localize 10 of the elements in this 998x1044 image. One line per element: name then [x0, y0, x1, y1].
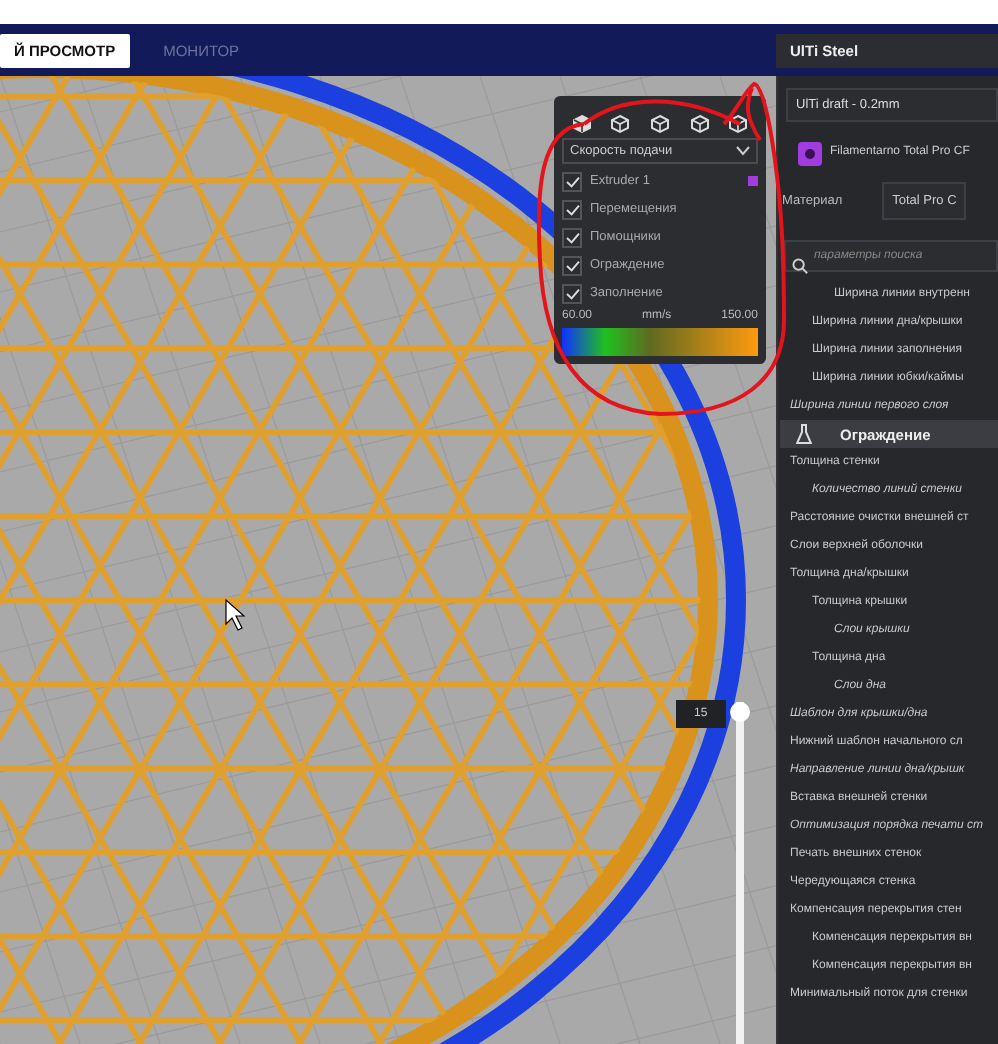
checkbox[interactable] [562, 171, 582, 191]
checkbox[interactable] [562, 255, 582, 275]
spool-icon [798, 140, 822, 164]
checkbox[interactable] [562, 227, 582, 247]
checkbox[interactable] [562, 199, 582, 219]
mouse-cursor-icon [225, 598, 246, 631]
flask-icon [796, 424, 812, 444]
layer-slider-track[interactable] [729, 702, 750, 1044]
checkbox[interactable] [562, 283, 582, 303]
caret-icon [736, 146, 750, 156]
